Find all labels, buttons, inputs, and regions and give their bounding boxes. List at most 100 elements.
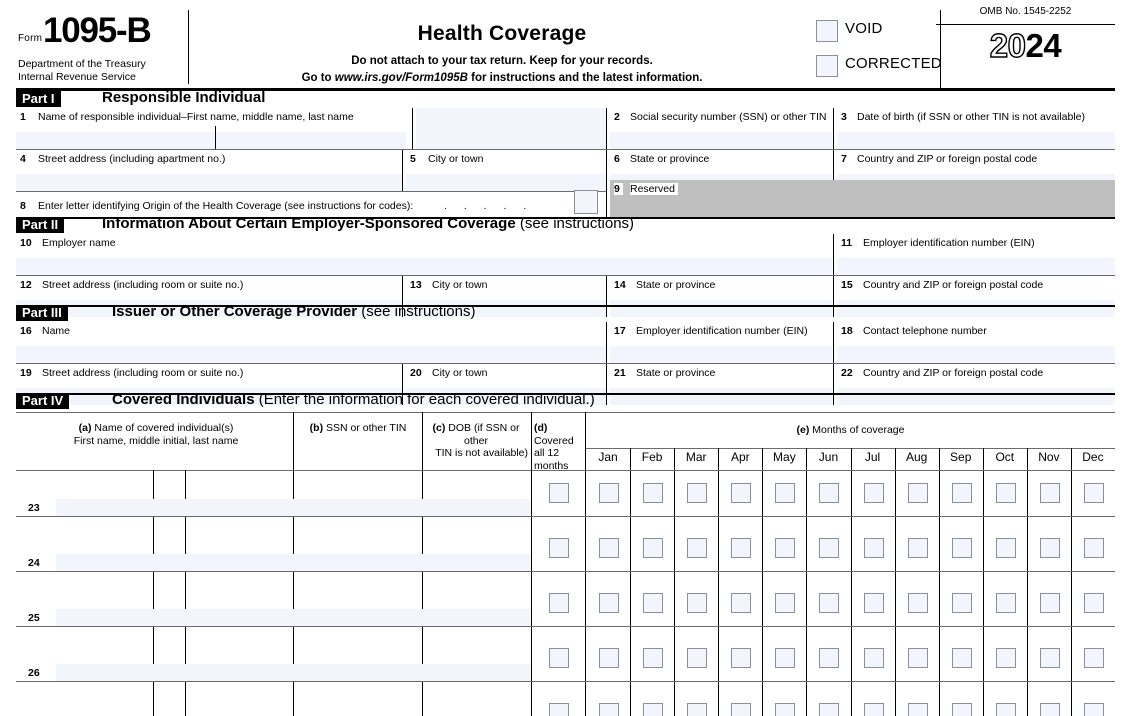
checkbox-row-25-feb[interactable] [643,593,663,613]
checkbox-row-26-nov[interactable] [1040,648,1060,668]
checkbox-row-25-aug[interactable] [908,593,928,613]
checkbox-row-24-jul[interactable] [864,538,884,558]
field-4-input[interactable] [16,174,402,191]
table-row-fill[interactable] [56,554,531,571]
checkbox-row-24-jan[interactable] [599,538,619,558]
checkbox-row-24-aug[interactable] [908,538,928,558]
checkbox-row-24-dec[interactable] [1084,538,1104,558]
checkbox-row-26-mar[interactable] [687,648,707,668]
checkbox-row-25-jan[interactable] [599,593,619,613]
checkbox-row-27-jul[interactable] [864,703,884,716]
checkbox-row-24-mar[interactable] [687,538,707,558]
corrected-checkbox[interactable] [816,55,838,77]
checkbox-row-23-aug[interactable] [908,483,928,503]
checkbox-row-25-jul[interactable] [864,593,884,613]
checkbox-row-24-oct[interactable] [996,538,1016,558]
field-16-issuer-name[interactable]: 16 Name [16,322,606,363]
field-3-dob[interactable]: 3 Date of birth (if SSN or other TIN is … [837,108,1115,149]
checkbox-row-26-dec[interactable] [1084,648,1104,668]
checkbox-row-26-oct[interactable] [996,648,1016,668]
checkbox-row-27-sep[interactable] [952,703,972,716]
checkbox-row-26-jul[interactable] [864,648,884,668]
checkbox-row-27-aug[interactable] [908,703,928,716]
field-11-input[interactable] [837,258,1115,275]
void-checkbox[interactable] [816,20,838,42]
checkbox-row-27-dec[interactable] [1084,703,1104,716]
checkbox-row-24-covered-all-12-months[interactable] [549,538,569,558]
checkbox-row-26-jun[interactable] [819,648,839,668]
field-8-origin-of-coverage[interactable]: 8 Enter letter identifying Origin of the… [16,192,606,217]
checkbox-row-23-jun[interactable] [819,483,839,503]
checkbox-row-25-sep[interactable] [952,593,972,613]
checkbox-row-24-feb[interactable] [643,538,663,558]
table-row-fill[interactable] [56,499,531,516]
checkbox-row-27-apr[interactable] [731,703,751,716]
checkbox-row-26-apr[interactable] [731,648,751,668]
field-17-ein[interactable]: 17 Employer identification number (EIN) [610,322,832,363]
field-1-input[interactable] [16,132,406,149]
checkbox-row-26-jan[interactable] [599,648,619,668]
field-5-input[interactable] [406,174,606,191]
checkbox-row-23-nov[interactable] [1040,483,1060,503]
col-c-line2: TIN is not available) [424,447,528,460]
checkbox-row-23-may[interactable] [775,483,795,503]
checkbox-row-27-covered-all-12-months[interactable] [549,703,569,716]
checkbox-row-26-covered-all-12-months[interactable] [549,648,569,668]
checkbox-row-24-nov[interactable] [1040,538,1060,558]
field-11-ein[interactable]: 11 Employer identification number (EIN) [837,234,1115,275]
checkbox-row-27-oct[interactable] [996,703,1016,716]
field-16-input[interactable] [16,346,606,363]
field-10-employer-name[interactable]: 10 Employer name [16,234,832,275]
checkbox-row-25-oct[interactable] [996,593,1016,613]
field-4-street-address[interactable]: 4 Street address (including apartment no… [16,150,402,191]
checkbox-row-24-jun[interactable] [819,538,839,558]
checkbox-row-23-sep[interactable] [952,483,972,503]
checkbox-row-23-apr[interactable] [731,483,751,503]
checkbox-row-23-jul[interactable] [864,483,884,503]
checkbox-row-25-mar[interactable] [687,593,707,613]
checkbox-row-26-may[interactable] [775,648,795,668]
field-18-contact-telephone[interactable]: 18 Contact telephone number [837,322,1115,363]
checkbox-row-23-feb[interactable] [643,483,663,503]
checkbox-row-25-may[interactable] [775,593,795,613]
table-row-fill[interactable] [56,664,531,681]
checkbox-row-27-mar[interactable] [687,703,707,716]
checkbox-row-27-may[interactable] [775,703,795,716]
field-1-name-responsible-individual[interactable]: 1 Name of responsible individual–First n… [16,108,406,149]
field-1-extension[interactable] [416,108,606,149]
checkbox-row-24-sep[interactable] [952,538,972,558]
checkbox-row-26-aug[interactable] [908,648,928,668]
field-17-input[interactable] [610,346,832,363]
checkbox-row-27-jan[interactable] [599,703,619,716]
checkbox-row-27-feb[interactable] [643,703,663,716]
checkbox-row-24-apr[interactable] [731,538,751,558]
checkbox-row-25-jun[interactable] [819,593,839,613]
field-4-label: Street address (including apartment no.) [38,153,225,165]
field-2-ssn[interactable]: 2 Social security number (SSN) or other … [610,108,832,149]
checkbox-row-26-sep[interactable] [952,648,972,668]
field-5-city-or-town[interactable]: 5 City or town [406,150,606,191]
header-subtitle-2: Go to www.irs.gov/Form1095B for instruct… [192,72,812,84]
checkbox-row-25-nov[interactable] [1040,593,1060,613]
field-21-number: 21 [614,367,626,379]
field-9-reserved: 9 Reserved [610,180,1115,217]
field-18-input[interactable] [837,346,1115,363]
checkbox-row-24-may[interactable] [775,538,795,558]
checkbox-row-27-jun[interactable] [819,703,839,716]
checkbox-row-26-feb[interactable] [643,648,663,668]
field-22-number: 22 [841,367,853,379]
checkbox-row-23-oct[interactable] [996,483,1016,503]
field-8-code-box[interactable] [574,190,598,214]
checkbox-row-23-covered-all-12-months[interactable] [549,483,569,503]
field-10-input[interactable] [16,258,832,275]
checkbox-row-25-covered-all-12-months[interactable] [549,593,569,613]
checkbox-row-23-dec[interactable] [1084,483,1104,503]
field-3-input[interactable] [837,132,1115,149]
checkbox-row-25-apr[interactable] [731,593,751,613]
checkbox-row-23-mar[interactable] [687,483,707,503]
field-2-input[interactable] [610,132,832,149]
table-row-fill[interactable] [56,609,531,626]
checkbox-row-27-nov[interactable] [1040,703,1060,716]
checkbox-row-25-dec[interactable] [1084,593,1104,613]
checkbox-row-23-jan[interactable] [599,483,619,503]
